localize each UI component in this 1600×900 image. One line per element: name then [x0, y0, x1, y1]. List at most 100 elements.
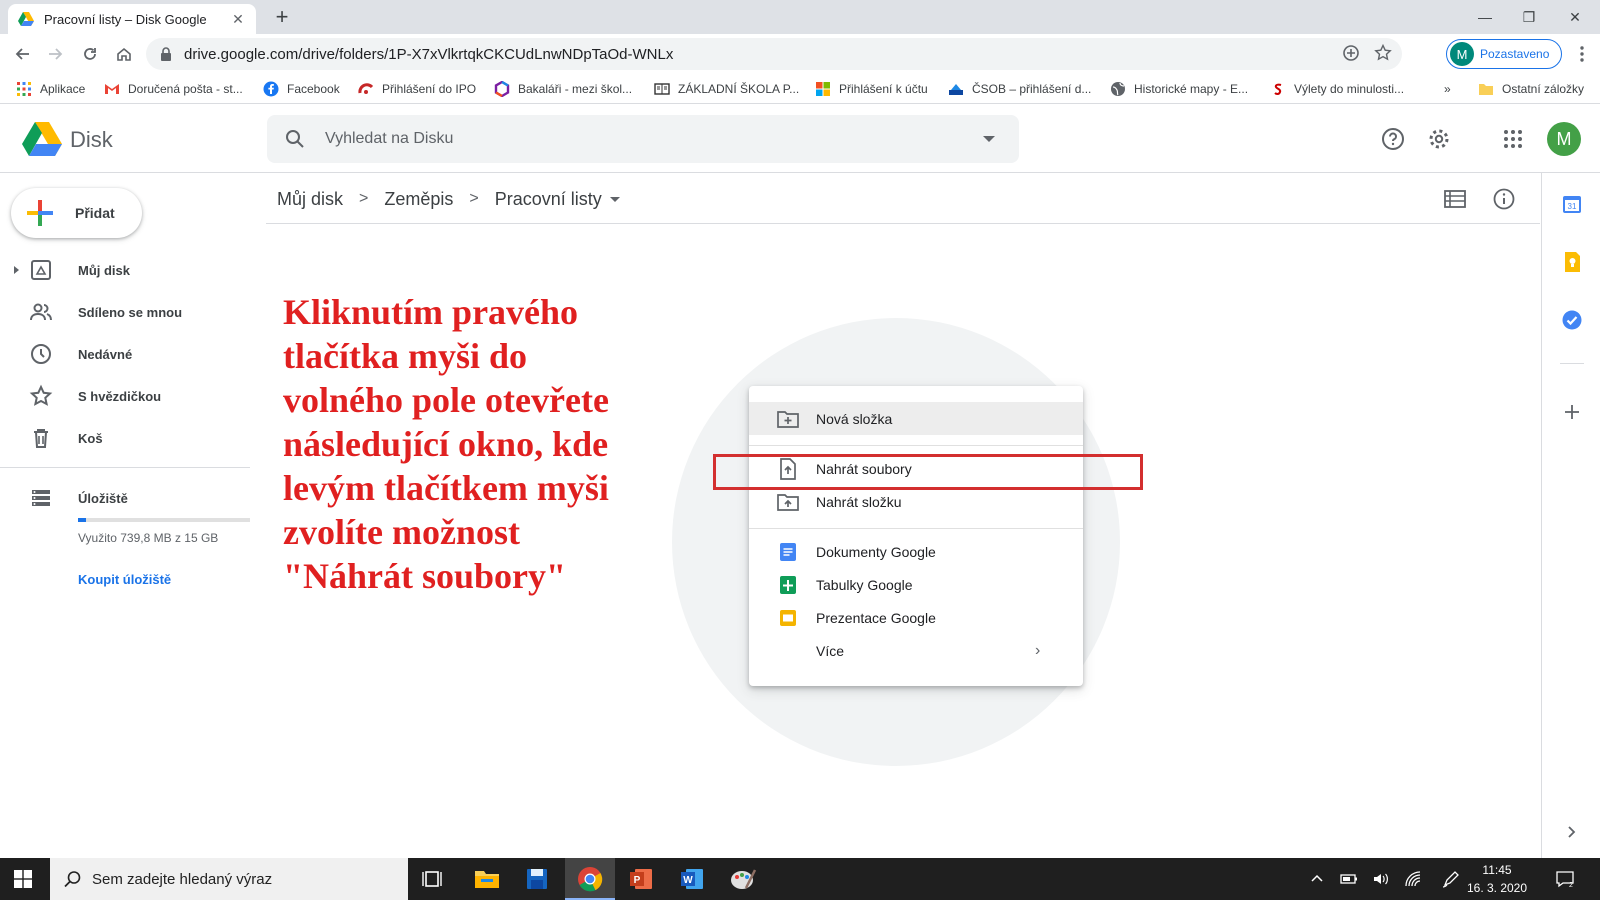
forward-icon[interactable]: [42, 40, 70, 68]
new-folder-icon: [777, 410, 799, 428]
home-icon[interactable]: [110, 40, 138, 68]
bookmark-star-icon[interactable]: [1374, 44, 1392, 62]
volume-icon[interactable]: [1372, 870, 1390, 888]
windows-start-icon[interactable]: [14, 870, 32, 888]
sidebar-item-starred[interactable]: S hvězdičkou: [0, 378, 250, 414]
bookmark-other[interactable]: Ostatní záložky: [1478, 80, 1584, 98]
details-info-icon[interactable]: [1490, 185, 1518, 213]
taskbar-clock[interactable]: 11:45 16. 3. 2020: [1465, 861, 1529, 897]
add-addon-icon[interactable]: [1561, 401, 1583, 423]
breadcrumb-current[interactable]: Pracovní listy: [485, 189, 602, 210]
browser-tab[interactable]: Pracovní listy – Disk Google ✕: [8, 4, 256, 34]
chevron-up-icon[interactable]: [1308, 870, 1326, 888]
expand-caret-icon[interactable]: [14, 266, 19, 274]
drive-search-input[interactable]: Vyhledat na Disku: [267, 115, 1019, 163]
side-panel: 31: [1541, 173, 1600, 858]
save-disk-icon[interactable]: [522, 864, 552, 894]
clock-time: 11:45: [1482, 863, 1512, 877]
sidebar-item-label: S hvězdičkou: [78, 388, 162, 404]
drive-logo-icon[interactable]: [22, 121, 62, 157]
menu-item-google-docs[interactable]: Dokumenty Google: [749, 535, 1083, 568]
task-view-icon[interactable]: [418, 864, 448, 894]
buy-storage-link[interactable]: Koupit úložiště: [78, 572, 171, 587]
profile-status: Pozastaveno: [1480, 47, 1550, 61]
breadcrumb-separator: >: [469, 190, 479, 207]
menu-item-more[interactable]: Více ›: [749, 634, 1083, 667]
back-icon[interactable]: [8, 40, 36, 68]
overflow-label: »: [1444, 82, 1451, 96]
context-menu: Nová složka Nahrát soubory Nahrát složku…: [749, 386, 1083, 686]
star-icon: [29, 384, 53, 406]
bookmark-zs[interactable]: ZÁKLADNÍ ŠKOLA P...: [654, 80, 799, 98]
search-options-dropdown-icon[interactable]: [983, 136, 995, 142]
menu-item-label: Více: [816, 642, 845, 659]
bookmark-label: Bakaláři - mezi škol...: [518, 82, 633, 96]
reload-icon[interactable]: [76, 40, 104, 68]
bookmark-gmail[interactable]: Doručená pošta - st...: [104, 80, 243, 98]
powerpoint-icon[interactable]: P: [626, 864, 656, 894]
pen-icon[interactable]: [1442, 870, 1460, 888]
settings-gear-icon[interactable]: [1425, 125, 1453, 153]
csob-icon: [949, 84, 963, 95]
taskbar-search-input[interactable]: Sem zadejte hledaný výraz: [50, 858, 408, 900]
tasks-icon[interactable]: [1561, 309, 1583, 331]
menu-item-google-slides[interactable]: Prezentace Google: [749, 601, 1083, 634]
new-button-label: Přidat: [75, 205, 115, 221]
list-view-icon[interactable]: [1441, 185, 1469, 213]
new-button[interactable]: Přidat: [11, 188, 142, 238]
globe-icon: [1111, 82, 1125, 96]
account-avatar[interactable]: M: [1547, 122, 1581, 156]
menu-item-google-sheets[interactable]: Tabulky Google: [749, 568, 1083, 601]
sidebar-item-shared[interactable]: Sdíleno se mnou: [0, 294, 250, 330]
clock-date: 16. 3. 2020: [1466, 881, 1528, 895]
bookmark-ipo[interactable]: Přihlášení do IPO: [358, 80, 476, 98]
bookmark-facebook[interactable]: Facebook: [263, 80, 340, 98]
bookmark-label: Aplikace: [40, 82, 86, 96]
breadcrumb-item[interactable]: Zeměpis: [374, 189, 463, 210]
paint-icon[interactable]: [728, 864, 758, 894]
bookmark-apps[interactable]: Aplikace: [16, 80, 85, 98]
sidebar-item-my-drive[interactable]: Můj disk: [0, 252, 250, 288]
help-icon[interactable]: [1379, 125, 1407, 153]
bookmark-label: Doručená pošta - st...: [128, 82, 243, 96]
bookmarks-overflow-button[interactable]: »: [1444, 80, 1451, 98]
chrome-icon[interactable]: [575, 864, 605, 894]
seznam-icon: [1274, 83, 1282, 95]
battery-icon[interactable]: [1340, 870, 1358, 888]
profile-button[interactable]: M Pozastaveno: [1446, 39, 1562, 69]
google-apps-icon[interactable]: [1499, 125, 1527, 153]
menu-item-label: Nová složka: [816, 410, 893, 427]
sidebar-item-recent[interactable]: Nedávné: [0, 336, 250, 372]
minimize-icon[interactable]: —: [1462, 0, 1508, 34]
new-tab-button[interactable]: +: [270, 6, 294, 30]
folder-icon: [1479, 84, 1493, 95]
search-placeholder: Vyhledat na Disku: [325, 130, 454, 147]
keep-icon[interactable]: [1561, 251, 1583, 273]
restore-icon[interactable]: ❐: [1506, 0, 1552, 34]
install-icon[interactable]: [1342, 44, 1360, 62]
svg-text:31: 31: [1568, 202, 1577, 211]
browser-menu-icon[interactable]: [1572, 44, 1592, 64]
sidebar-item-storage[interactable]: Úložiště: [0, 480, 250, 516]
folder-menu-dropdown-icon[interactable]: [609, 196, 620, 202]
wifi-icon[interactable]: [1404, 870, 1422, 888]
sidebar-item-trash[interactable]: Koš: [0, 420, 250, 456]
word-icon[interactable]: W: [677, 864, 707, 894]
bookmark-bakalari[interactable]: Bakaláři - mezi škol...: [494, 80, 632, 98]
file-explorer-icon[interactable]: [472, 864, 502, 894]
chevron-right-icon[interactable]: [1561, 821, 1583, 843]
address-bar[interactable]: drive.google.com/drive/folders/1P-X7xVlk…: [146, 38, 1402, 70]
window-close-icon[interactable]: ✕: [1552, 0, 1598, 34]
bookmark-label: ČSOB – přihlášení d...: [972, 82, 1092, 96]
notifications-icon[interactable]: 2: [1556, 870, 1574, 888]
breadcrumb-item[interactable]: Můj disk: [267, 189, 353, 210]
bookmark-vylety[interactable]: Výlety do minulosti...: [1270, 80, 1404, 98]
bookmark-microsoft[interactable]: Přihlášení k účtu: [815, 80, 928, 98]
menu-item-new-folder[interactable]: Nová složka: [749, 402, 1083, 435]
main-divider: [266, 223, 1540, 224]
tab-close-icon[interactable]: ✕: [230, 11, 246, 27]
bookmark-csob[interactable]: ČSOB – přihlášení d...: [948, 80, 1091, 98]
instruction-annotation: Kliknutím pravého tlačítka myši do volné…: [283, 292, 609, 596]
calendar-icon[interactable]: 31: [1561, 193, 1583, 215]
bookmark-maps[interactable]: Historické mapy - E...: [1110, 80, 1248, 98]
